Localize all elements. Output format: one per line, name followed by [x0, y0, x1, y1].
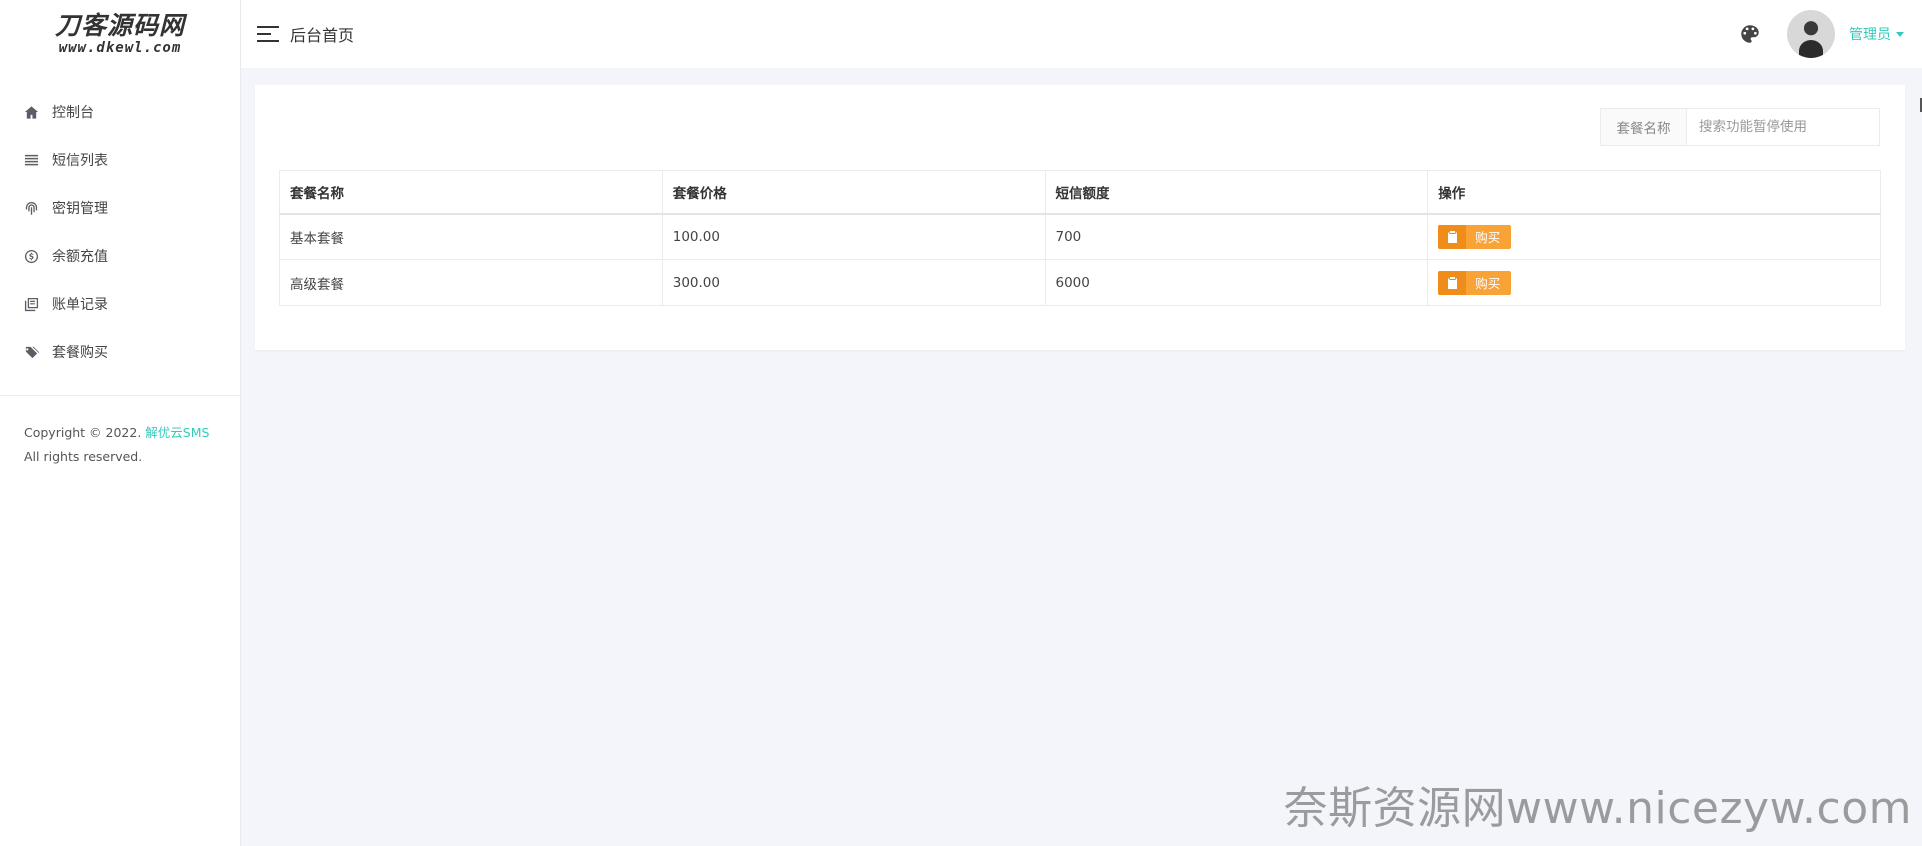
sidebar-item-label: 短信列表: [52, 153, 108, 169]
logo-url: www.dkewl.com: [58, 40, 182, 56]
column-header-action: 操作: [1427, 170, 1881, 215]
sidebar-item-label: 账单记录: [52, 297, 108, 313]
cell-package-quota: 6000: [1044, 259, 1429, 306]
column-header-quota: 短信额度: [1044, 170, 1429, 215]
logo-title: 刀客源码网: [54, 11, 185, 40]
app-root: 刀客源码网 www.dkewl.com 控制台 短信列表 密钥管理 余额充值 账…: [0, 0, 1922, 846]
clipboard-icon: [1438, 224, 1467, 249]
copyright-prefix: Copyright © 2022.: [24, 425, 142, 440]
cell-package-name: 高级套餐: [279, 259, 663, 306]
search-group: 套餐名称: [1600, 108, 1880, 146]
tags-icon: [23, 344, 39, 360]
sidebar-item-label: 余额充值: [52, 249, 108, 265]
book-icon: [23, 296, 39, 312]
cell-action: 购买: [1427, 259, 1881, 306]
column-header-price: 套餐价格: [661, 170, 1046, 215]
buy-button[interactable]: 购买: [1438, 270, 1512, 295]
copyright-link[interactable]: 解优云SMS: [145, 425, 209, 440]
avatar[interactable]: [1787, 10, 1835, 58]
home-icon: [23, 104, 39, 120]
sidebar-item-label: 套餐购买: [52, 345, 108, 361]
menu-toggle-icon[interactable]: [257, 26, 279, 42]
sidebar-item-key-management[interactable]: 密钥管理: [0, 184, 240, 232]
sidebar-nav: 控制台 短信列表 密钥管理 余额充值 账单记录 套餐购买: [0, 68, 240, 376]
clipboard-icon: [1438, 270, 1467, 295]
search-label: 套餐名称: [1601, 109, 1687, 145]
header-right: 管理员: [1740, 0, 1904, 68]
copyright: Copyright © 2022. 解优云SMS All rights rese…: [24, 421, 209, 469]
user-name: 管理员: [1849, 27, 1891, 43]
table-header-row: 套餐名称 套餐价格 短信额度 操作: [279, 170, 1881, 215]
top-header: 后台首页 管理员: [241, 0, 1922, 68]
sidebar-item-package-purchase[interactable]: 套餐购买: [0, 328, 240, 376]
user-menu[interactable]: 管理员: [1849, 24, 1904, 44]
search-input[interactable]: [1687, 109, 1879, 145]
copyright-suffix: All rights reserved.: [24, 449, 143, 464]
sidebar-item-sms-list[interactable]: 短信列表: [0, 136, 240, 184]
buy-button-label: 购买: [1475, 230, 1501, 246]
watermark: 奈斯资源网www.nicezyw.com: [1283, 783, 1912, 834]
fingerprint-icon: [23, 200, 39, 216]
package-card: 套餐名称 套餐名称 套餐价格 短信额度 操作 基本套餐 100.00 700: [255, 85, 1905, 350]
sidebar-item-billing[interactable]: 账单记录: [0, 280, 240, 328]
buy-button[interactable]: 购买: [1438, 224, 1512, 249]
list-icon: [23, 152, 39, 168]
table-row: 高级套餐 300.00 6000 购买: [279, 259, 1881, 306]
page-title: 后台首页: [290, 26, 355, 45]
sidebar: 刀客源码网 www.dkewl.com 控制台 短信列表 密钥管理 余额充值 账…: [0, 0, 241, 846]
palette-icon[interactable]: [1740, 24, 1760, 44]
logo[interactable]: 刀客源码网 www.dkewl.com: [0, 0, 240, 68]
package-table: 套餐名称 套餐价格 短信额度 操作 基本套餐 100.00 700 购买 高级套…: [279, 170, 1881, 306]
sidebar-item-label: 密钥管理: [52, 201, 108, 217]
dollar-circle-icon: [23, 248, 39, 264]
cell-package-price: 100.00: [661, 213, 1046, 260]
cell-package-quota: 700: [1044, 213, 1429, 260]
cell-package-price: 300.00: [661, 259, 1046, 306]
cell-action: 购买: [1427, 213, 1881, 260]
sidebar-item-recharge[interactable]: 余额充值: [0, 232, 240, 280]
table-row: 基本套餐 100.00 700 购买: [279, 213, 1881, 260]
buy-button-label: 购买: [1475, 276, 1501, 291]
column-header-name: 套餐名称: [279, 170, 663, 215]
sidebar-item-dashboard[interactable]: 控制台: [0, 88, 240, 136]
cell-package-name: 基本套餐: [279, 213, 663, 260]
sidebar-divider: [0, 395, 240, 396]
caret-down-icon: [1896, 31, 1904, 37]
sidebar-item-label: 控制台: [52, 105, 94, 121]
